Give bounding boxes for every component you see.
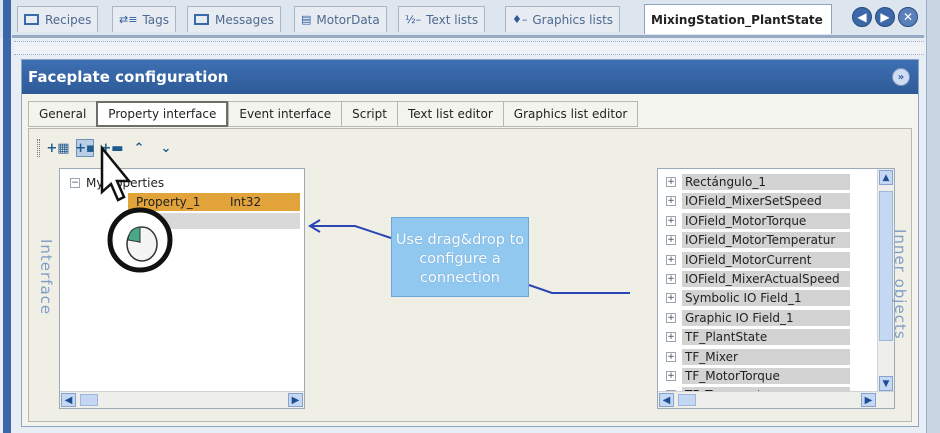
add-item-icon[interactable]: +▪ (75, 139, 95, 157)
inner-object-label: IOField_MixerSetSpeed (682, 193, 850, 210)
expand-node-icon[interactable]: + (666, 332, 676, 343)
interface-hscrollbar[interactable]: ◀ ▶ (60, 391, 304, 408)
inner-object-item[interactable]: + IOField_MotorTemperatur (666, 231, 850, 249)
drag-drop-hint: Use drag&drop to configure a connection (391, 217, 529, 297)
expand-node-icon[interactable]: + (666, 293, 676, 304)
inner-object-label: IOField_MotorCurrent (682, 251, 850, 268)
scroll-left-icon[interactable]: ◀ (659, 393, 674, 407)
tab-graphics-list-editor-label: Graphics list editor (513, 107, 628, 121)
expand-node-icon[interactable]: + (666, 177, 676, 187)
tab-tags[interactable]: ⇄≡ Tags (112, 6, 177, 32)
scroll-thumb[interactable] (678, 394, 696, 406)
inner-object-label: TF_MotorTorque (682, 368, 850, 384)
tab-property-interface[interactable]: Property interface (96, 101, 229, 127)
scroll-up-icon[interactable]: ▲ (879, 170, 893, 185)
messages-icon (194, 14, 209, 25)
motordata-icon: ▤ (301, 13, 312, 26)
drag-drop-hint-text: Use drag&drop to configure a connection (395, 232, 525, 286)
tab-text-lists[interactable]: ½– Text lists (398, 6, 486, 32)
tab-general-label: General (39, 107, 87, 121)
add-property-icon[interactable]: +▦ (46, 139, 69, 157)
inner-object-label: TF_Mixer (682, 348, 850, 365)
scroll-left-icon[interactable]: ◀ (61, 393, 76, 407)
recipes-icon (24, 14, 39, 25)
inner-object-item[interactable]: + Graphic IO Field_1 (666, 309, 850, 327)
tab-text-list-editor[interactable]: Text list editor (396, 101, 503, 127)
inner-object-label: Symbolic IO Field_1 (682, 290, 850, 307)
inner-object-item[interactable]: + TF_Mixer (666, 348, 850, 366)
tab-event-interface[interactable]: Event interface (228, 101, 342, 127)
toolbar-grip-icon (37, 139, 40, 157)
scroll-right-icon[interactable]: ▶ (288, 393, 303, 407)
scroll-down-icon[interactable]: ▼ (879, 376, 893, 391)
panel-tabs: General Property interface Event interfa… (28, 101, 639, 127)
inner-object-item[interactable]: + Rectángulo_1 (666, 173, 850, 191)
tab-graphics-list-editor[interactable]: Graphics list editor (502, 101, 639, 127)
inner-object-item[interactable]: + Symbolic IO Field_1 (666, 289, 850, 307)
drag-mouse-cursor-icon (100, 144, 173, 273)
panel-title: Faceplate configuration (28, 68, 229, 86)
tab-messages-label: Messages (215, 12, 274, 27)
close-tab-icon[interactable]: ✕ (898, 7, 918, 27)
expand-node-icon[interactable]: + (666, 215, 676, 226)
expand-node-icon[interactable]: + (666, 274, 676, 284)
inner-object-label: Rectángulo_1 (682, 174, 850, 190)
property-type: Int32 (230, 195, 262, 209)
inner-object-label: IOField_MotorTemperatur (682, 232, 850, 249)
expand-node-icon[interactable]: + (666, 196, 676, 207)
tab-script-label: Script (352, 107, 387, 121)
next-tab-icon[interactable]: ▶ (875, 7, 895, 27)
expand-node-icon[interactable]: + (666, 254, 676, 265)
tab-strip-underline (12, 35, 924, 38)
inner-object-item[interactable]: + IOField_MixerSetSpeed (666, 192, 850, 210)
inner-object-item[interactable]: + TF_MotorTorque (666, 367, 850, 385)
graphics-lists-icon: ♦– (512, 13, 528, 26)
left-window-edge (3, 0, 11, 433)
tab-general[interactable]: General (28, 101, 97, 127)
scroll-thumb[interactable] (80, 394, 98, 406)
collapse-icon[interactable]: » (892, 68, 910, 86)
tab-event-interface-label: Event interface (239, 107, 332, 121)
tab-motordata[interactable]: ▤ MotorData (294, 6, 387, 32)
scroll-right-icon[interactable]: ▶ (861, 393, 876, 407)
tab-graphics-lists[interactable]: ♦– Graphics lists (505, 6, 621, 32)
prev-tab-icon[interactable]: ◀ (852, 7, 872, 27)
tab-messages[interactable]: Messages (187, 6, 281, 32)
interface-side-label: Interface (37, 239, 55, 316)
collapse-node-icon[interactable]: − (70, 178, 80, 188)
editor-tab-strip: Recipes ⇄≡ Tags Messages ▤ MotorData ½– … (0, 0, 940, 38)
panel-header: Faceplate configuration » (22, 60, 918, 94)
expand-node-icon[interactable]: + (666, 235, 676, 246)
expand-node-icon[interactable]: + (666, 351, 676, 362)
text-lists-icon: ½– (405, 13, 422, 26)
inner-object-item[interactable]: + IOField_MixerActualSpeed (666, 270, 850, 288)
inner-object-item[interactable]: + IOField_MotorTorque (666, 212, 850, 230)
tab-mixingstation-plantstate[interactable]: MixingStation_PlantState (644, 4, 832, 34)
right-scrollbar-edge[interactable] (926, 0, 940, 433)
tab-text-list-editor-label: Text list editor (407, 107, 493, 121)
inner-object-item[interactable]: + TF_PlantState (666, 328, 850, 346)
inner-objects-list: + Rectángulo_1 + IOField_MixerSetSpeed + IOFi… (657, 168, 895, 409)
tab-property-interface-label: Property interface (108, 107, 217, 121)
expand-node-icon[interactable]: + (666, 312, 676, 323)
inner-object-label: Graphic IO Field_1 (682, 309, 850, 326)
tab-tags-label: Tags (142, 12, 170, 27)
dotted-toolbar-strip (14, 41, 924, 55)
inner-objects-side-label: Inner objects (891, 229, 909, 340)
tags-icon: ⇄≡ (119, 13, 138, 26)
tab-recipes-label: Recipes (45, 12, 92, 27)
inner-object-label: IOField_MotorTorque (682, 212, 850, 229)
inner-object-label: IOField_MixerActualSpeed (682, 271, 850, 287)
tab-motordata-label: MotorData (316, 12, 380, 27)
tab-graphics-lists-label: Graphics lists (532, 12, 614, 27)
expand-node-icon[interactable]: + (666, 371, 676, 381)
inner-objects-hscrollbar[interactable]: ◀ ▶ (658, 391, 894, 408)
tab-recipes[interactable]: Recipes (17, 6, 99, 32)
tab-script[interactable]: Script (341, 101, 397, 127)
inner-object-label: TF_PlantState (682, 329, 850, 346)
tab-text-lists-label: Text lists (426, 12, 479, 27)
active-tab-label: MixingStation_PlantState (651, 12, 823, 27)
inner-object-item[interactable]: + IOField_MotorCurrent (666, 251, 850, 269)
